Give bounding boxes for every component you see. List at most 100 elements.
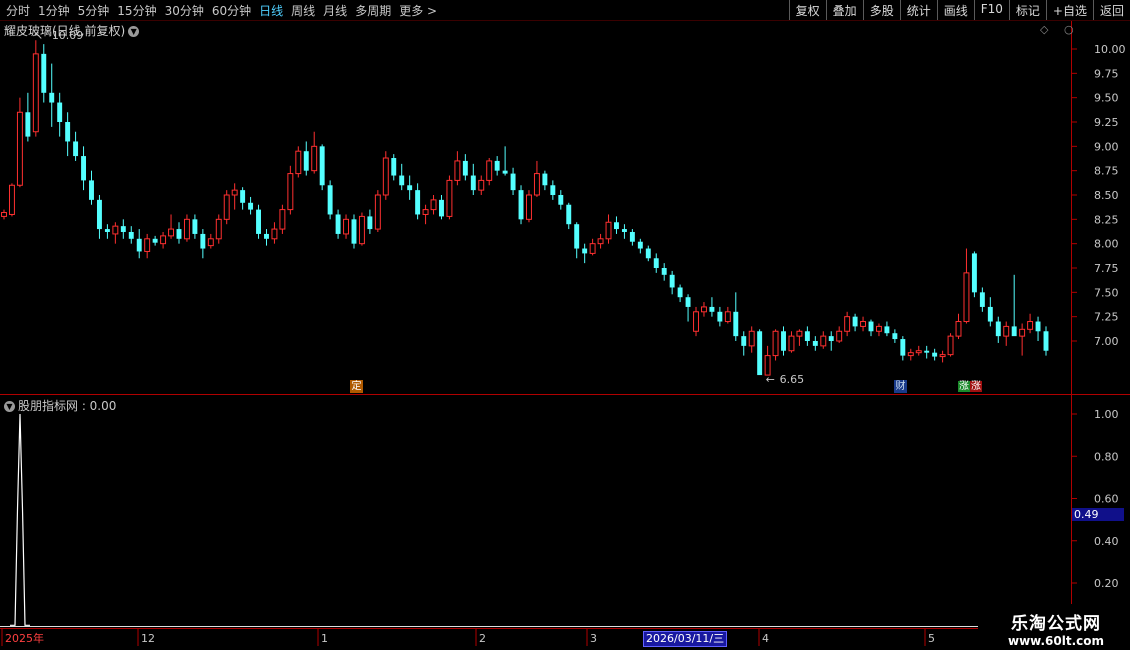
- indicator-line: [10, 413, 30, 626]
- candle-body: [939, 354, 946, 358]
- watermark-line2: www.60lt.com: [1007, 634, 1105, 648]
- date-label: 2025年: [5, 631, 44, 645]
- candle-body: [526, 194, 532, 220]
- period-tab-2[interactable]: 5分钟: [78, 4, 110, 18]
- candle-body: [494, 160, 500, 171]
- candle-body: [120, 226, 126, 232]
- period-tab-6[interactable]: 日线: [259, 4, 283, 18]
- candle-body: [271, 228, 278, 240]
- candle-body: [215, 218, 222, 240]
- candle-body: [614, 222, 619, 230]
- candle-body: [41, 53, 47, 93]
- candle-body: [8, 184, 15, 215]
- candle-body: [57, 102, 63, 122]
- candle-body: [168, 228, 175, 237]
- period-tab-4[interactable]: 30分钟: [165, 4, 204, 18]
- period-tab-10[interactable]: 更多 >: [399, 4, 437, 18]
- candle-body: [542, 173, 548, 186]
- candle-body: [430, 199, 437, 211]
- price-tick-label: 9.75: [1094, 67, 1119, 80]
- period-tabs: 分时 1分钟 5分钟 15分钟 30分钟 60分钟 日线 周线 月线 多周期 更多 >: [6, 2, 445, 19]
- candle-body: [152, 238, 158, 243]
- candle-body: [358, 215, 365, 245]
- candle-body: [1003, 325, 1010, 337]
- toolbar-button-5[interactable]: F10: [973, 0, 1009, 20]
- candle-body: [128, 231, 134, 239]
- candle-body: [486, 160, 493, 181]
- current-value-tag: 0.49: [1072, 508, 1124, 521]
- indicator-dropdown-icon[interactable]: ▼: [4, 401, 15, 412]
- diamond-icon[interactable]: ◇: [1040, 23, 1048, 36]
- period-tab-1[interactable]: 1分钟: [38, 4, 70, 18]
- toolbar-button-6[interactable]: 标记: [1008, 0, 1046, 20]
- toolbar-button-4[interactable]: 画线: [936, 0, 974, 20]
- stock-title: 耀皮玻璃(日线,前复权) ▼: [4, 22, 140, 39]
- candle-body: [979, 292, 985, 307]
- cursor-date-label: 2026/03/11/三: [643, 631, 728, 647]
- candle-body: [868, 321, 874, 332]
- candle-body: [351, 219, 357, 244]
- candle-body: [582, 248, 588, 254]
- event-badge-zhang[interactable]: 涨涨: [958, 380, 982, 393]
- candle-body: [788, 335, 795, 352]
- toolbar-button-7[interactable]: +自选: [1045, 0, 1093, 20]
- period-tab-3[interactable]: 15分钟: [117, 4, 156, 18]
- toolbar-button-1[interactable]: 叠加: [825, 0, 863, 20]
- candle-body: [597, 238, 604, 245]
- period-tab-8[interactable]: 月线: [323, 4, 347, 18]
- candle-body: [828, 336, 834, 341]
- candle-body: [81, 156, 87, 181]
- candle-body: [16, 111, 23, 186]
- candle-body: [49, 92, 55, 103]
- event-badge-cai[interactable]: 财: [894, 380, 907, 393]
- candle-body: [589, 243, 596, 254]
- candle-body: [1019, 328, 1026, 337]
- candle-body: [1011, 326, 1017, 337]
- price-tick-label: 8.50: [1094, 189, 1119, 202]
- candle-body: [343, 218, 349, 235]
- candle-body: [907, 352, 914, 357]
- indicator-tick-label: 0.60: [1094, 493, 1119, 506]
- right-toolbar: 复权 叠加 多股 统计 画线 F10 标记 +自选 返回: [788, 0, 1130, 20]
- price-tick-label: 8.25: [1094, 213, 1119, 226]
- candle-body: [741, 336, 747, 346]
- period-tab-0[interactable]: 分时: [6, 4, 30, 18]
- candle-body: [32, 53, 39, 133]
- candle-body: [748, 330, 755, 347]
- candle-body: [192, 219, 198, 234]
- title-dropdown-icon[interactable]: ▼: [128, 26, 140, 37]
- toolbar-button-0[interactable]: 复权: [788, 0, 826, 20]
- candle-body: [621, 229, 627, 232]
- candle-body: [295, 150, 302, 175]
- period-tab-7[interactable]: 周线: [291, 4, 315, 18]
- candle-body: [25, 112, 31, 137]
- candle-body: [717, 311, 723, 322]
- toolbar-button-3[interactable]: 统计: [899, 0, 937, 20]
- candle-body: [796, 330, 803, 337]
- candle-body: [240, 190, 246, 203]
- period-tab-5[interactable]: 60分钟: [212, 4, 251, 18]
- date-label: 1: [321, 632, 328, 645]
- candle-body: [533, 173, 540, 196]
- candle-body: [311, 145, 318, 172]
- period-tab-9[interactable]: 多周期: [355, 4, 391, 18]
- toolbar-button-8[interactable]: 返回: [1092, 0, 1130, 20]
- candle-body: [160, 235, 167, 245]
- candle-body: [1, 212, 7, 217]
- main-chart[interactable]: 10.00 9.75 9.50 9.25 9.00 8.75 8.50 8.25 8.00 7.7…: [0, 21, 1130, 650]
- event-badge-ding[interactable]: 定: [350, 380, 363, 393]
- indicator-tick-label: 0.40: [1094, 535, 1119, 548]
- toolbar-button-2[interactable]: 多股: [862, 0, 900, 20]
- candle-body: [781, 331, 786, 351]
- indicator-tick-label: 0.80: [1094, 450, 1119, 463]
- price-tick-label: 9.25: [1094, 116, 1119, 129]
- candle-body: [478, 179, 485, 191]
- candle-body: [812, 341, 818, 346]
- candle-body: [415, 190, 421, 215]
- candle-body: [89, 180, 94, 200]
- circle-icon[interactable]: ○: [1064, 23, 1074, 36]
- candle-body: [932, 352, 938, 357]
- price-tick-label: 8.00: [1094, 238, 1119, 251]
- low-label: 6.65: [780, 373, 805, 386]
- candle-body: [574, 224, 580, 249]
